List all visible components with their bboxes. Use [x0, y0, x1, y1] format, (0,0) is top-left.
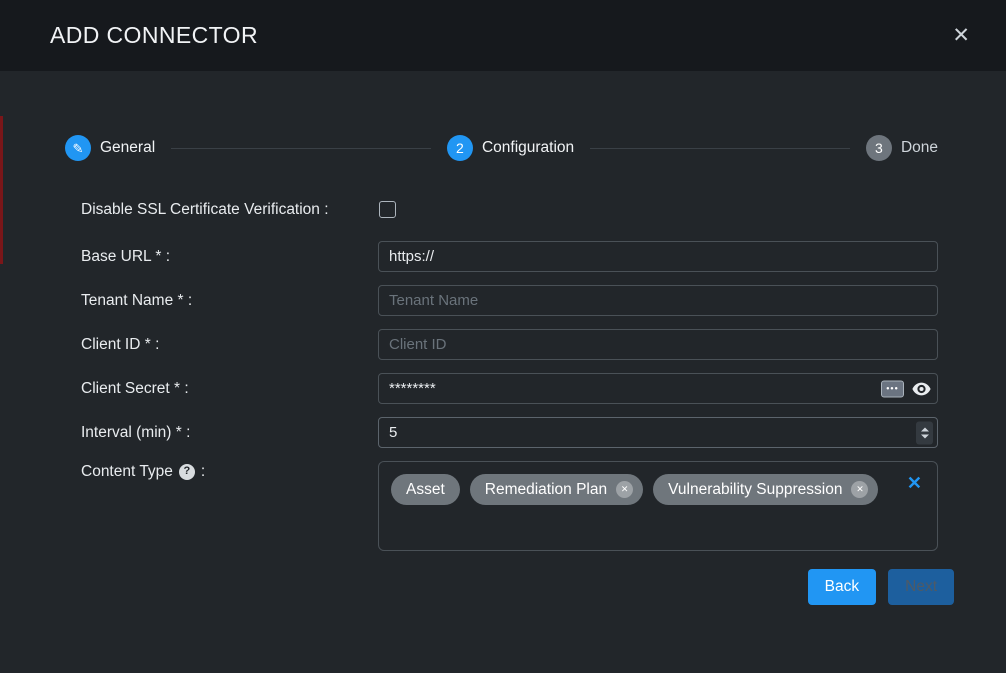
spinner-down-icon[interactable] [921, 434, 929, 438]
tag-remove-icon[interactable]: ✕ [851, 481, 868, 498]
client-secret-label: Client Secret * : [81, 378, 378, 400]
ssl-label: Disable SSL Certificate Verification : [81, 199, 378, 221]
tenant-name-input[interactable] [378, 285, 938, 316]
step-general-circle: ✎ [65, 135, 91, 161]
step-configuration-circle: 2 [447, 135, 473, 161]
close-icon[interactable]: ✕ [948, 21, 974, 50]
step-configuration[interactable]: 2 Configuration [447, 135, 574, 161]
tag-remediation-plan: Remediation Plan ✕ [470, 474, 643, 505]
client-id-input[interactable] [378, 329, 938, 360]
tag-vulnerability-suppression: Vulnerability Suppression ✕ [653, 474, 878, 505]
step-configuration-label: Configuration [482, 139, 574, 157]
client-id-label: Client ID * : [81, 334, 378, 356]
field-row-client-id: Client ID * : [81, 329, 938, 360]
field-row-content-type: Content Type ?: Asset Remediation Plan ✕… [81, 461, 938, 551]
content-type-label-text: Content Type [81, 461, 173, 483]
modal-footer: Back Next [81, 569, 954, 605]
modal-title: ADD CONNECTOR [50, 22, 258, 49]
background-strip [0, 116, 3, 264]
ellipsis-icon[interactable]: ••• [881, 380, 904, 397]
tenant-name-label: Tenant Name * : [81, 290, 378, 312]
wizard-stepper: ✎ General 2 Configuration 3 Done [65, 135, 938, 161]
back-button[interactable]: Back [808, 569, 876, 605]
field-row-tenant-name: Tenant Name * : [81, 285, 938, 316]
next-button[interactable]: Next [888, 569, 954, 605]
tag-label: Asset [406, 481, 445, 499]
modal-header: ADD CONNECTOR ✕ [0, 0, 1006, 71]
help-icon[interactable]: ? [179, 464, 195, 480]
step-done-circle: 3 [866, 135, 892, 161]
tag-label: Remediation Plan [485, 481, 607, 499]
tag-remove-icon[interactable]: ✕ [616, 481, 633, 498]
base-url-input[interactable] [378, 241, 938, 272]
interval-label: Interval (min) * : [81, 422, 378, 444]
client-secret-input[interactable] [378, 373, 938, 404]
clear-all-icon[interactable]: ✕ [907, 474, 922, 492]
content-type-label: Content Type ?: [81, 461, 378, 483]
base-url-label: Base URL * : [81, 246, 378, 268]
pencil-icon: ✎ [73, 142, 84, 155]
field-row-interval: Interval (min) * : [81, 417, 938, 448]
tag-asset: Asset [391, 474, 460, 505]
eye-icon[interactable] [912, 382, 931, 395]
field-row-client-secret: Client Secret * : ••• [81, 373, 938, 404]
spinner-up-icon[interactable] [921, 427, 929, 431]
step-general-label: General [100, 139, 155, 157]
step-general[interactable]: ✎ General [65, 135, 155, 161]
ssl-checkbox[interactable] [379, 201, 396, 218]
step-connector-line [171, 148, 431, 149]
field-row-ssl: Disable SSL Certificate Verification : [81, 199, 938, 223]
interval-input[interactable] [378, 417, 938, 448]
step-done-label: Done [901, 139, 938, 157]
modal-body: ✎ General 2 Configuration 3 Done Disable… [0, 71, 1006, 605]
tag-label: Vulnerability Suppression [668, 481, 842, 499]
content-type-multiselect[interactable]: Asset Remediation Plan ✕ Vulnerability S… [378, 461, 938, 551]
field-row-base-url: Base URL * : [81, 241, 938, 272]
number-spinner[interactable] [916, 421, 933, 444]
step-connector-line [590, 148, 850, 149]
step-done[interactable]: 3 Done [866, 135, 938, 161]
